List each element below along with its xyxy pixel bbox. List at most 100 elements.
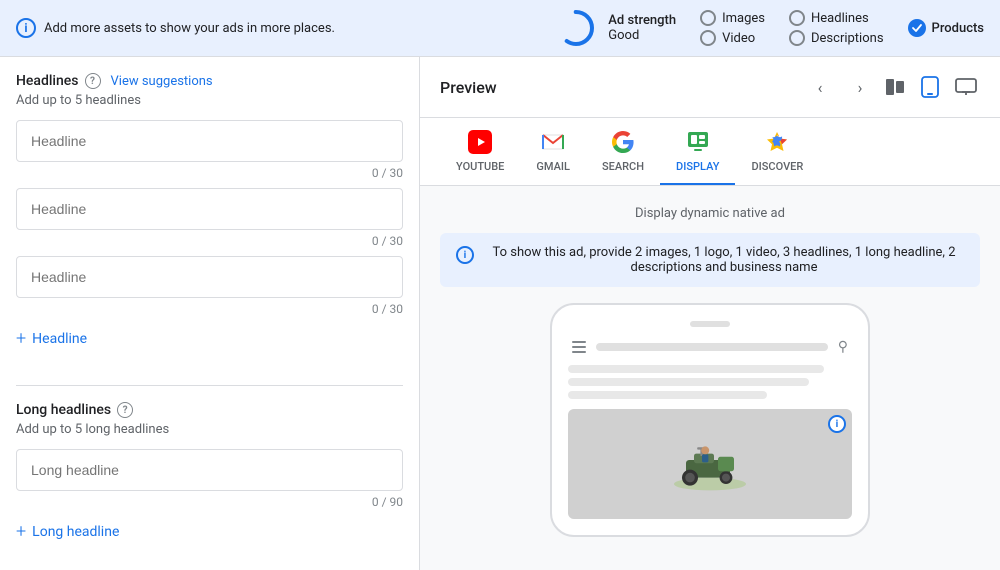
tab-discover[interactable]: DISCOVER	[735, 118, 819, 185]
phone-speaker	[690, 321, 730, 327]
hamburger-icon	[572, 341, 586, 353]
radio-descriptions-label: Descriptions	[811, 31, 884, 46]
content-line-2	[568, 378, 809, 386]
radio-headlines-label: Headlines	[811, 11, 869, 26]
left-panel: Headlines ? View suggestions Add up to 5…	[0, 57, 420, 570]
long-headline-charcount-1: 0 / 90	[16, 495, 403, 509]
info-text: Add more assets to show your ads in more…	[44, 21, 335, 36]
products-label: Products	[932, 21, 984, 36]
add-long-headline-plus-icon: +	[16, 521, 26, 542]
headline-charcount-3: 0 / 30	[16, 302, 403, 316]
headlines-subtitle: Add up to 5 headlines	[16, 93, 403, 108]
radio-item-headlines[interactable]: Headlines	[789, 10, 884, 26]
url-bar	[596, 343, 828, 351]
radio-images[interactable]	[700, 10, 716, 26]
phone-browser-bar: ⚲	[568, 339, 852, 355]
device-icons	[916, 73, 980, 101]
view-suggestions-link[interactable]: View suggestions	[111, 74, 213, 89]
radio-item-descriptions[interactable]: Descriptions	[789, 30, 884, 46]
long-headlines-subtitle: Add up to 5 long headlines	[16, 422, 403, 437]
ad-type-label: Display dynamic native ad	[440, 206, 980, 221]
grid-view-icon[interactable]	[886, 79, 904, 95]
headlines-title: Headlines	[16, 73, 79, 89]
radio-video-label: Video	[722, 31, 755, 46]
tab-discover-label: DISCOVER	[751, 160, 803, 173]
radio-headlines[interactable]	[789, 10, 805, 26]
lawn-mower-illustration	[670, 436, 750, 492]
headline-input-3[interactable]	[16, 256, 403, 298]
radio-group-right: Headlines Descriptions	[789, 10, 884, 46]
ad-strength-text: Ad strength Good	[608, 13, 676, 43]
radio-item-images[interactable]: Images	[700, 10, 765, 26]
prev-arrow[interactable]: ‹	[806, 73, 834, 101]
products-item[interactable]: Products	[908, 19, 984, 37]
preview-header: Preview ‹ ›	[420, 57, 1000, 118]
headlines-header: Headlines ? View suggestions	[16, 73, 403, 89]
gmail-icon	[539, 128, 567, 156]
tab-search[interactable]: SEARCH	[586, 118, 660, 185]
search-icon: ⚲	[838, 339, 848, 355]
main-layout: Headlines ? View suggestions Add up to 5…	[0, 57, 1000, 570]
info-banner-text: To show this ad, provide 2 images, 1 log…	[484, 245, 964, 275]
headline-charcount-1: 0 / 30	[16, 166, 403, 180]
headlines-help-icon[interactable]: ?	[85, 73, 101, 89]
ad-card: i	[568, 409, 852, 519]
content-lines	[568, 365, 852, 399]
info-banner: i To show this ad, provide 2 images, 1 l…	[440, 233, 980, 287]
ad-strength-value: Good	[608, 28, 676, 43]
mobile-device-icon[interactable]	[916, 73, 944, 101]
search-platform-icon	[609, 128, 637, 156]
top-bar: i Add more assets to show your ads in mo…	[0, 0, 1000, 57]
discover-icon	[763, 128, 791, 156]
preview-title: Preview	[440, 78, 794, 97]
radio-descriptions[interactable]	[789, 30, 805, 46]
long-headlines-header: Long headlines ?	[16, 402, 403, 418]
long-headline-input-wrapper-1	[16, 449, 403, 491]
radio-video[interactable]	[700, 30, 716, 46]
add-long-headline-button[interactable]: + Long headline	[16, 517, 403, 546]
long-headline-input-1[interactable]	[16, 449, 403, 491]
info-message: i Add more assets to show your ads in mo…	[16, 18, 532, 38]
radio-images-label: Images	[722, 11, 765, 26]
long-headlines-title: Long headlines	[16, 402, 111, 418]
display-icon	[684, 128, 712, 156]
tab-search-label: SEARCH	[602, 160, 644, 173]
long-headlines-help-icon[interactable]: ?	[117, 402, 133, 418]
headline-input-wrapper-3	[16, 256, 403, 298]
checkmark-icon	[908, 19, 926, 37]
tab-youtube[interactable]: YOUTUBE	[440, 118, 520, 185]
section-divider	[16, 385, 403, 386]
add-headline-plus-icon: +	[16, 328, 26, 349]
tab-gmail-label: GMAIL	[536, 160, 570, 173]
tab-gmail[interactable]: GMAIL	[520, 118, 586, 185]
headline-input-2[interactable]	[16, 188, 403, 230]
radio-item-video[interactable]: Video	[700, 30, 765, 46]
platform-tabs: YOUTUBE GMAIL	[420, 118, 1000, 186]
ad-info-icon: i	[828, 415, 846, 433]
tab-youtube-label: YOUTUBE	[456, 160, 504, 173]
content-line-3	[568, 391, 767, 399]
add-headline-label: Headline	[32, 331, 87, 347]
tab-display-label: DISPLAY	[676, 160, 719, 173]
info-icon: i	[16, 18, 36, 38]
next-arrow[interactable]: ›	[846, 73, 874, 101]
headline-input-1[interactable]	[16, 120, 403, 162]
preview-content: Display dynamic native ad i To show this…	[420, 186, 1000, 557]
radio-group-left: Images Video	[700, 10, 765, 46]
desktop-device-icon[interactable]	[952, 73, 980, 101]
headline-charcount-2: 0 / 30	[16, 234, 403, 248]
phone-mockup: ⚲	[550, 303, 870, 537]
add-headline-button[interactable]: + Headline	[16, 324, 403, 353]
info-banner-icon: i	[456, 246, 474, 264]
headline-input-wrapper-2	[16, 188, 403, 230]
add-long-headline-label: Long headline	[32, 524, 119, 540]
ad-strength-icon	[556, 8, 596, 48]
ad-strength-section: Ad strength Good	[556, 8, 676, 48]
ad-card-image: i	[568, 409, 852, 519]
tab-display[interactable]: DISPLAY	[660, 118, 735, 185]
youtube-icon	[466, 128, 494, 156]
ad-strength-label: Ad strength	[608, 13, 676, 28]
right-panel: Preview ‹ ›	[420, 57, 1000, 570]
headline-input-wrapper-1	[16, 120, 403, 162]
content-line-1	[568, 365, 824, 373]
